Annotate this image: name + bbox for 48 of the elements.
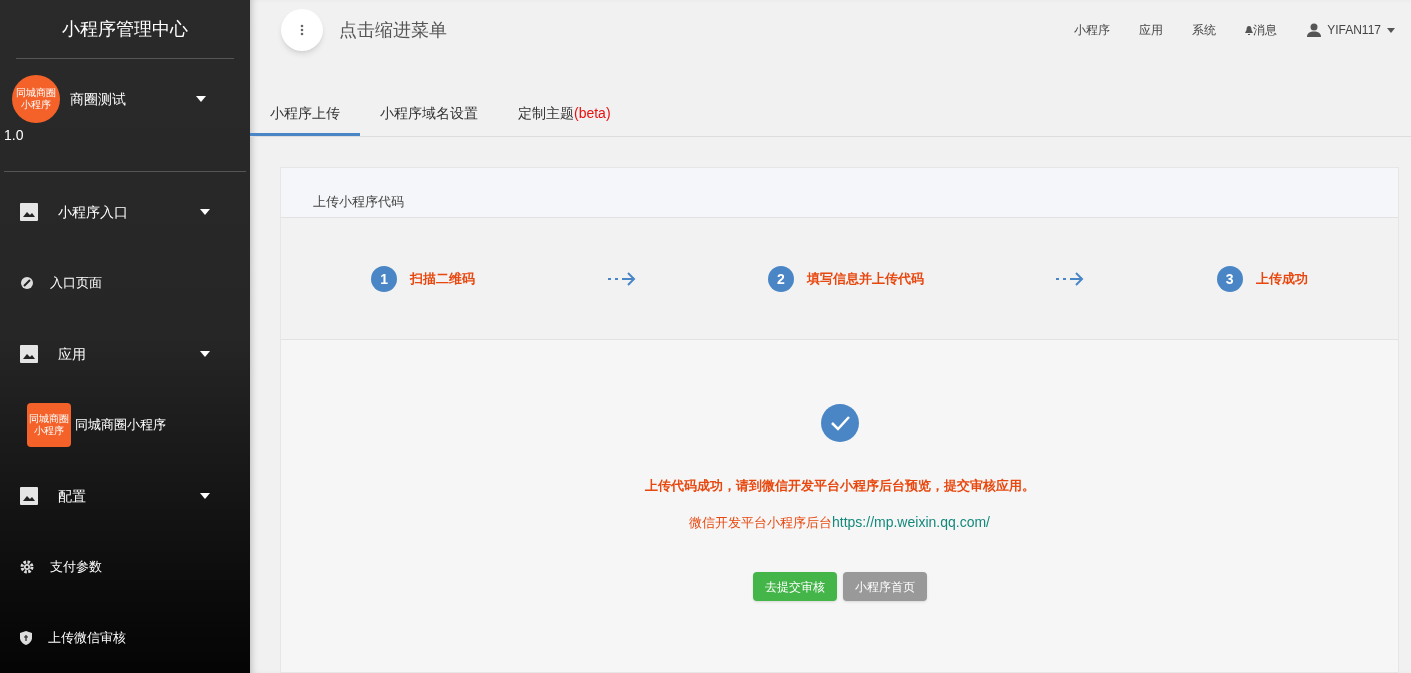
caret-icon xyxy=(200,208,210,215)
image-icon xyxy=(20,202,38,221)
arrow-icon xyxy=(607,271,636,286)
shield-icon xyxy=(20,630,32,645)
version-label: 1.0 xyxy=(4,126,25,145)
arrow-icon xyxy=(1056,271,1085,286)
step-number: 1 xyxy=(371,265,398,292)
image-icon xyxy=(20,486,38,505)
tab[interactable]: 小程序上传 xyxy=(250,92,360,136)
user-menu[interactable]: YIFAN117 xyxy=(1307,22,1395,38)
nav-link[interactable]: 小程序 xyxy=(1074,22,1111,38)
image-icon xyxy=(20,344,38,363)
step-number: 2 xyxy=(767,265,794,292)
link-icon xyxy=(20,275,34,290)
app-logo: 同城商圈小程序 xyxy=(12,75,60,123)
sidebar-item[interactable]: 支付参数 xyxy=(0,531,250,602)
caret-icon xyxy=(200,350,210,357)
success-message: 上传代码成功，请到微信开发平台小程序后台预览，提交审核应用。 xyxy=(644,477,1035,495)
nav-link[interactable]: 应用 xyxy=(1139,22,1164,38)
nav-link[interactable]: 系统 xyxy=(1192,22,1217,38)
sidebar-title: 小程序管理中心 xyxy=(62,18,188,41)
link-line: 微信开发平台小程序后台https://mp.weixin.qq.com/ xyxy=(689,512,990,532)
caret-icon xyxy=(1387,27,1395,33)
platform-link[interactable]: https://mp.weixin.qq.com/ xyxy=(832,513,990,530)
panel-title: 上传小程序代码 xyxy=(313,192,404,211)
tab[interactable]: 小程序域名设置 xyxy=(360,92,498,136)
account-switcher[interactable]: 同城商圈小程序 商圈测试 xyxy=(4,73,246,125)
sidebar-item[interactable]: 入口页面 xyxy=(0,247,250,318)
step-label: 填写信息并上传代码 xyxy=(806,269,924,288)
gear-icon xyxy=(20,559,34,574)
sidebar-group[interactable]: 小程序入口 xyxy=(0,176,250,247)
sidebar-group[interactable]: 配置 xyxy=(0,460,250,531)
user-icon xyxy=(1307,23,1322,37)
step-label: 扫描二维码 xyxy=(410,269,476,288)
menu-toggle-button[interactable] xyxy=(281,9,323,51)
caret-icon xyxy=(200,492,210,499)
sidebar-group[interactable]: 应用 xyxy=(0,318,250,389)
app-logo: 同城商圈小程序 xyxy=(27,402,71,447)
caret-icon xyxy=(196,96,206,102)
sidebar-item[interactable]: 上传微信审核 xyxy=(0,602,250,673)
messages-link[interactable]: 消息 xyxy=(1245,22,1278,38)
menu-hint: 点击缩进菜单 xyxy=(339,19,447,42)
tab[interactable]: 定制主题(beta) xyxy=(498,92,631,136)
step-label: 上传成功 xyxy=(1255,269,1308,288)
check-icon xyxy=(820,404,859,442)
more-icon xyxy=(300,24,304,36)
bell-icon xyxy=(1245,25,1254,35)
step-number: 3 xyxy=(1216,265,1243,292)
